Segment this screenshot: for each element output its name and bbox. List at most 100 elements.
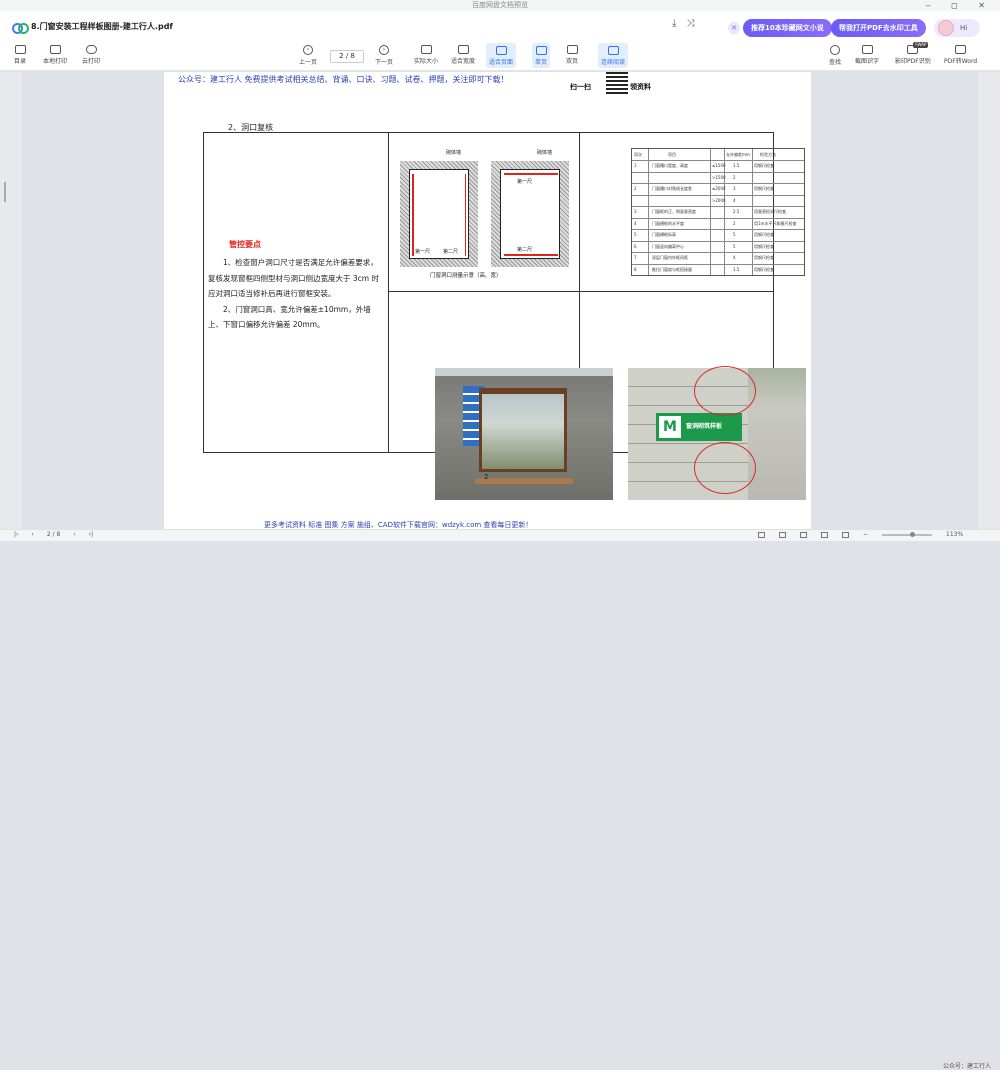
actual-size-button[interactable]: 实际大小 (414, 45, 438, 65)
table-cell: 4 (634, 220, 637, 226)
next-page-icon[interactable]: › (73, 531, 75, 538)
table-header-cell: 检验方法 (760, 152, 776, 157)
table-row-line (632, 240, 804, 242)
ocr-button[interactable]: 截图识字 (855, 45, 879, 65)
tab-bar: 8.门窗安装工程样板图册-建工行人.pdf ⤓ ⤨ ✕ 推荐10本珍藏网文小说 … (0, 11, 1000, 41)
share-icon[interactable]: ⤨ (686, 18, 694, 29)
table-cell: 2 (634, 186, 637, 192)
ruler-label: 第一尺 (517, 179, 533, 185)
table-cell: 用钢尺检查 (754, 243, 774, 249)
table-cell: 用1m水平尺和塞尺检查 (754, 220, 797, 226)
table-cell: 用钢尺检查 (754, 266, 774, 272)
first-page-icon[interactable]: |‹ (14, 531, 18, 538)
table-cell: 推拉门窗扇与框搭接量 (652, 266, 692, 272)
fit-page-button[interactable]: 适合页面 (486, 43, 517, 68)
key-points-title: 管控要点 (229, 240, 261, 249)
arrow-left-icon: ‹ (303, 45, 313, 55)
catalog-icon (14, 45, 26, 54)
catalog-button[interactable]: 目录 (14, 45, 26, 65)
double-page-icon (566, 45, 578, 54)
table-header-cell: 项目 (668, 152, 676, 157)
tolerance-table: 项次 项目 允许偏差mm 检验方法 1 门窗槽口宽度、高度 ≤1500 1.5 用钢尺检查 >15… (631, 148, 805, 276)
table-cell: 门窗横框标高 (652, 232, 676, 238)
single-page-button[interactable]: 单页 (532, 43, 551, 68)
double-page-button[interactable]: 双页 (566, 45, 578, 65)
continuous-icon (607, 45, 619, 55)
table-cell: 5 (634, 232, 637, 238)
right-scrollbar[interactable] (978, 72, 1000, 529)
table-cell: 门窗横框的水平度 (652, 220, 684, 226)
promo-watermark-button[interactable]: 帮我打开PDF去水印工具 (831, 19, 926, 37)
single-page-icon (535, 45, 547, 55)
view-mode-icon[interactable] (779, 531, 786, 538)
key-point-2: 2、门窗洞口高、宽允许偏差±10mm，外墙上、下窗口偏移允许偏差 20mm。 (208, 304, 371, 330)
assistant-avatar-icon[interactable] (938, 20, 954, 36)
table-cell: 门窗竖向偏离中心 (652, 243, 684, 249)
zoom-slider[interactable] (882, 531, 933, 537)
table-row-line (632, 263, 804, 265)
search-button[interactable]: 查找 (829, 45, 841, 66)
table-cell: 用钢尺检查 (754, 232, 774, 238)
pdf-to-word-icon (955, 45, 967, 54)
table-cell: 3 (634, 209, 637, 215)
window-sill (475, 478, 573, 484)
window-titlebar: 百度网盘文档预览 ‒ ◻ ✕ (0, 0, 1000, 11)
table-row-line (632, 252, 804, 254)
fit-icon[interactable] (821, 531, 828, 538)
document-tab-title[interactable]: 8.门窗安装工程样板图册-建工行人.pdf (31, 21, 173, 32)
table-row-line (632, 171, 804, 173)
pdf-to-word-button[interactable]: PDF转Word (944, 45, 977, 65)
table-cell: 8 (634, 266, 637, 272)
table-cell: 1.5 (733, 266, 740, 272)
baidu-netdisk-logo-icon (12, 21, 29, 34)
table-cell: 双层门窗内外框间距 (652, 255, 688, 261)
prev-page-icon[interactable]: ‹ (31, 531, 33, 538)
table-cell: ≤1500 (712, 163, 726, 169)
ruler-line (504, 173, 558, 175)
main-toolbar: 目录 本地打印 云打印 ‹ 上一页 2 / 8 › 下一页 实际大小 适合宽度 适合… (0, 41, 1000, 71)
table-row-line (632, 229, 804, 231)
fit-icon[interactable] (842, 531, 849, 538)
table-cell: 5 (733, 243, 736, 249)
table-row-line (632, 217, 804, 219)
left-margin (0, 72, 22, 529)
search-icon (830, 45, 840, 55)
close-promo-icon[interactable]: ✕ (728, 22, 740, 34)
table-row-line (632, 160, 804, 162)
ruler-line (464, 174, 466, 256)
cloud-print-button[interactable]: 云打印 (82, 45, 100, 65)
watermark-text: 公众号：建工行人 (943, 1063, 992, 1070)
table-header-cell: 允许偏差mm (726, 152, 750, 157)
zoom-out-icon[interactable]: − (863, 531, 868, 538)
table-cell: 用钢尺检查 (754, 163, 774, 169)
fit-width-icon (457, 45, 469, 54)
ruler-label: 第二尺 (443, 249, 459, 255)
promo-novel-button[interactable]: 推荐10本珍藏网文小说 (743, 19, 832, 37)
view-mode-icon[interactable] (758, 531, 765, 538)
ruler-label: 第一尺 (415, 249, 431, 255)
fit-page-icon (495, 45, 507, 55)
sidebar-collapse-handle[interactable] (4, 182, 6, 202)
page-indicator-input[interactable]: 2 / 8 (330, 50, 364, 63)
prev-page-button[interactable]: ‹ 上一页 (299, 45, 317, 66)
download-icon[interactable]: ⤓ (672, 18, 676, 29)
local-print-button[interactable]: 本地打印 (43, 45, 67, 65)
view-mode-icon[interactable] (800, 531, 807, 538)
next-page-button[interactable]: › 下一页 (375, 45, 393, 66)
continuous-reading-button[interactable]: 连续阅读 (598, 43, 629, 68)
table-cell: ≤2000 (712, 186, 726, 192)
table-cell: 门窗槽口对角线长度差 (652, 186, 692, 192)
window-controls[interactable]: ‒ ◻ ✕ (925, 0, 994, 11)
header-note: 公众号：建工行人 免费提供考试相关总结、背诵、口诀、习题、试卷、押题，关注即可下… (178, 75, 509, 84)
last-page-icon[interactable]: ›| (89, 531, 93, 538)
wall-label-2: 砌体墙 (537, 150, 553, 156)
opening-left: 第一尺 第二尺 (409, 169, 469, 259)
window-opening-photo (435, 368, 613, 500)
key-points-body: 1、检查窗户洞口尺寸是否满足允许偏差要求，复核发现窗框四侧型材与洞口侧边宽度大于… (208, 255, 384, 333)
actual-size-icon (420, 45, 432, 54)
table-cell: 3 (733, 186, 736, 192)
fit-width-button[interactable]: 适合宽度 (451, 45, 475, 65)
document-page: 公众号：建工行人 免费提供考试相关总结、背诵、口诀、习题、试卷、押题，关注即可下… (164, 72, 811, 529)
pdf-ocr-button[interactable]: 影印PDF识别 (895, 45, 931, 65)
status-page-indicator[interactable]: 2 / 8 (47, 531, 60, 538)
